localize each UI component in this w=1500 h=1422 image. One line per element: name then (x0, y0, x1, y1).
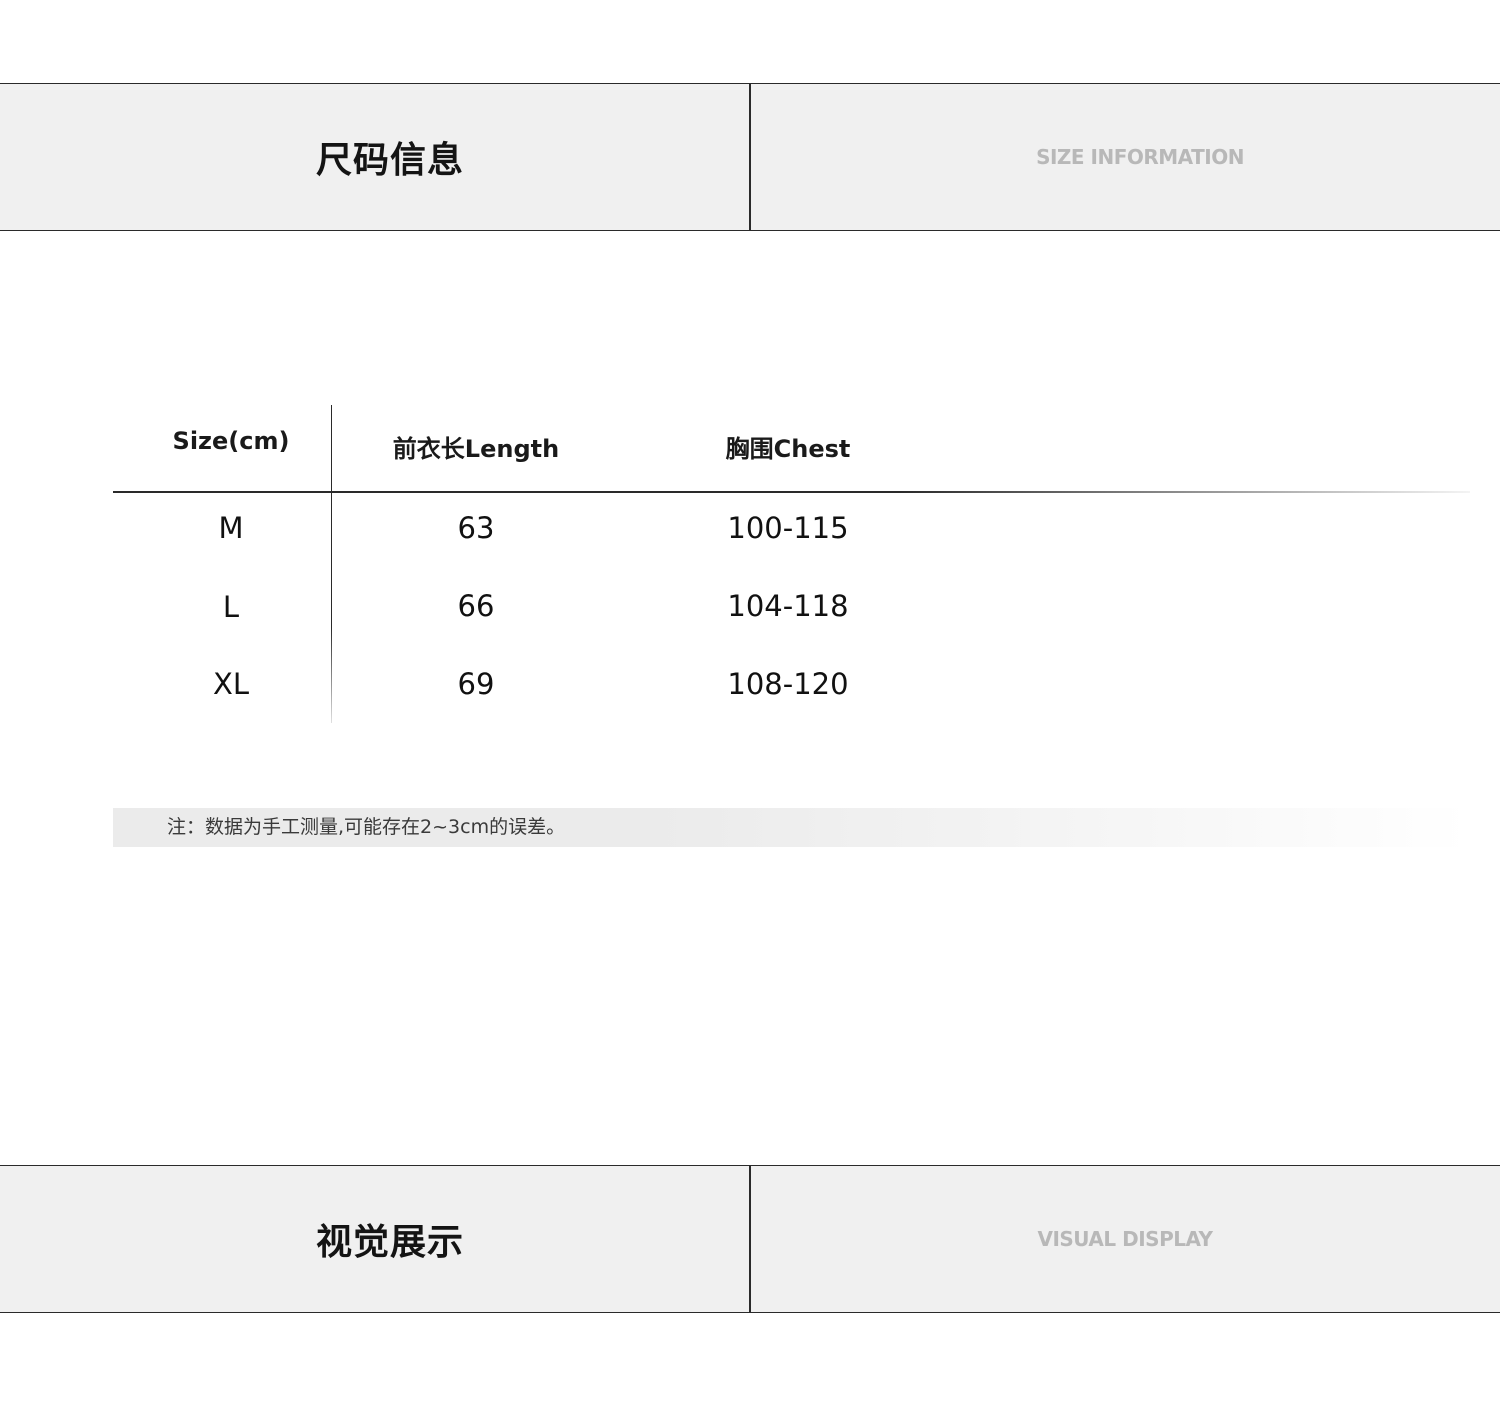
visual-display-title: 视觉展示 (315, 1222, 464, 1263)
row-m-size: M (218, 511, 244, 545)
measurement-note-text: 注：数据为手工测量,可能存在2~3cm的误差。 (167, 816, 566, 838)
row-l-size: L (222, 590, 240, 624)
table-header-divider (113, 491, 1470, 493)
header-length: 前衣长Length (392, 435, 560, 463)
row-l-chest: 104-118 (727, 589, 849, 623)
row-xl-size: XL (212, 667, 250, 701)
visual-display-subtitle: VISUAL DISPLAY (1037, 1227, 1213, 1251)
size-table: Size(cm) 前衣长Length 胸围Chest M 63 100-115 … (113, 405, 1470, 725)
header-chest: 胸围Chest (725, 435, 851, 463)
visual-display-header: 视觉展示 VISUAL DISPLAY (0, 1165, 1500, 1313)
size-info-header: 尺码信息 SIZE INFORMATION (0, 83, 1500, 231)
header-size: Size(cm) (172, 427, 290, 455)
row-m-chest: 100-115 (727, 511, 849, 545)
row-xl-chest: 108-120 (727, 667, 849, 701)
measurement-note: 注：数据为手工测量,可能存在2~3cm的误差。 (113, 808, 1470, 847)
row-xl-length: 69 (457, 667, 495, 701)
row-m-length: 63 (457, 511, 495, 545)
size-info-subtitle: SIZE INFORMATION (1036, 145, 1244, 169)
size-info-title: 尺码信息 (315, 140, 464, 181)
row-l-length: 66 (457, 589, 495, 623)
